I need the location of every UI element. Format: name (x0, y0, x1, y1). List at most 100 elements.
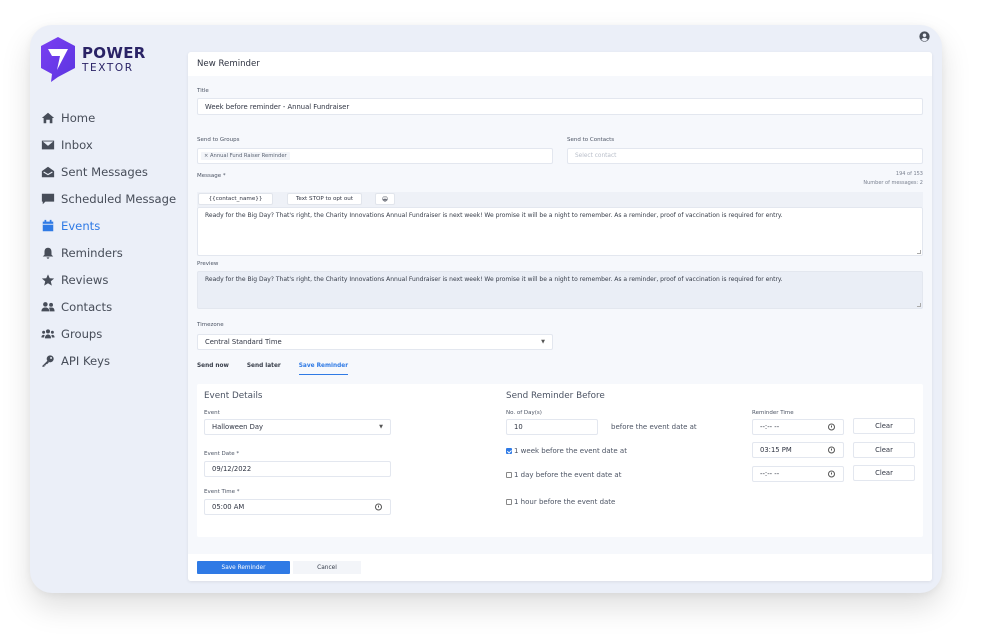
tab-send-now[interactable]: Send now (197, 363, 229, 375)
option-label: 1 day before the event date at (514, 471, 621, 479)
user-circle-icon[interactable] (919, 31, 930, 42)
title-input-value: Week before reminder - Annual Fundraiser (205, 103, 349, 111)
event-date-input[interactable]: 09/12/2022 (204, 461, 391, 477)
event-select[interactable]: Halloween Day ▼ (204, 419, 391, 435)
tab-save-reminder[interactable]: Save Reminder (299, 363, 348, 375)
send-to-contacts-select[interactable]: Select contact (567, 148, 923, 164)
title-input[interactable]: Week before reminder - Annual Fundraiser (197, 98, 923, 115)
option-label: 1 hour before the event date (514, 498, 615, 506)
sidebar-item-label: Scheduled Message (61, 192, 176, 206)
title-label: Title (197, 88, 209, 94)
sidebar-item-home[interactable]: Home (40, 104, 190, 131)
sidebar-item-label: Reminders (61, 246, 123, 260)
message-textarea[interactable]: Ready for the Big Day? That's right, the… (197, 207, 923, 256)
clock-icon[interactable] (828, 447, 835, 454)
cancel-button[interactable]: Cancel (293, 561, 361, 574)
send-to-groups-select[interactable]: × Annual Fund Raiser Reminder (197, 148, 553, 164)
logo-name-line2: TEXTOR (82, 63, 146, 74)
sidebar-item-label: Groups (61, 327, 102, 341)
calendar-icon (40, 219, 56, 233)
timezone-value: Central Standard Time (205, 338, 282, 346)
reminder-time-value: --:-- -- (760, 423, 779, 431)
sidebar-item-contacts[interactable]: Contacts (40, 293, 190, 320)
days-suffix: before the event date at (611, 423, 697, 431)
send-to-contacts-label: Send to Contacts (567, 137, 614, 143)
clear-button-3[interactable]: Clear (853, 465, 915, 481)
reminder-time-input-3[interactable]: --:-- -- (752, 466, 844, 482)
resize-handle[interactable] (917, 250, 921, 254)
num-messages: Number of messages: 2 (863, 180, 923, 186)
sidebar-item-groups[interactable]: Groups (40, 320, 190, 347)
days-suffix-text: before the event date at (611, 423, 697, 431)
timezone-select[interactable]: Central Standard Time ▼ (197, 334, 553, 350)
event-time-input[interactable]: 05:00 AM (204, 499, 391, 515)
logo[interactable]: POWER TEXTOR (40, 36, 146, 83)
event-details-title: Event Details (204, 391, 263, 401)
option-1-hour[interactable]: 1 hour before the event date (506, 498, 615, 506)
new-reminder-card: New Reminder Title Week before reminder … (188, 52, 932, 581)
reminder-time-label: Reminder Time (752, 410, 794, 416)
comment-icon (40, 192, 56, 206)
sidebar-item-reminders[interactable]: Reminders (40, 239, 190, 266)
clock-icon[interactable] (828, 471, 835, 478)
checkbox[interactable] (506, 472, 512, 478)
preview-text: Ready for the Big Day? That's right, the… (205, 276, 783, 283)
reminder-time-input-1[interactable]: --:-- -- (752, 419, 844, 435)
reminder-time-value: 03:15 PM (760, 446, 792, 454)
emoji-icon: 😀 (382, 196, 388, 203)
sidebar-item-label: Home (61, 111, 95, 125)
message-text: Ready for the Big Day? That's right, the… (205, 212, 783, 219)
event-date-value: 09/12/2022 (212, 465, 251, 473)
clock-icon[interactable] (828, 424, 835, 431)
insert-contact-name-button[interactable]: {{contact_name}} (198, 193, 273, 205)
save-reminder-button[interactable]: Save Reminder (197, 561, 290, 574)
days-value: 10 (514, 423, 523, 431)
sidebar-item-api-keys[interactable]: API Keys (40, 347, 190, 374)
sidebar-item-label: Sent Messages (61, 165, 148, 179)
bell-icon (40, 246, 56, 260)
clock-icon[interactable] (375, 504, 382, 511)
home-icon (40, 111, 56, 125)
app-window: POWER TEXTOR Home Inbox Sent Messages Sc… (30, 25, 942, 593)
sidebar-item-inbox[interactable]: Inbox (40, 131, 190, 158)
sidebar-nav: Home Inbox Sent Messages Scheduled Messa… (40, 104, 190, 374)
event-value: Halloween Day (212, 423, 263, 431)
days-label: No. of Day(s) (506, 410, 542, 416)
logo-name-line1: POWER (82, 46, 146, 61)
event-time-label: Event Time * (204, 489, 239, 495)
chevron-down-icon: ▼ (541, 339, 545, 345)
sidebar-item-label: Events (61, 219, 100, 233)
envelope-icon (40, 138, 56, 152)
sidebar-item-label: API Keys (61, 354, 110, 368)
days-input[interactable]: 10 (506, 419, 598, 435)
timezone-label: Timezone (197, 322, 224, 328)
envelope-open-icon (40, 165, 56, 179)
key-icon (40, 354, 56, 368)
clear-button-1[interactable]: Clear (853, 418, 915, 434)
sidebar-item-events[interactable]: Events (40, 212, 190, 239)
checkbox-checked[interactable] (506, 448, 512, 454)
resize-handle[interactable] (917, 303, 921, 307)
insert-stop-text-button[interactable]: Text STOP to opt out (287, 193, 362, 205)
group-tag[interactable]: × Annual Fund Raiser Reminder (201, 152, 290, 160)
send-to-groups-label: Send to Groups (197, 137, 239, 143)
preview-label: Preview (197, 261, 218, 267)
clear-button-2[interactable]: Clear (853, 442, 915, 458)
event-date-label: Event Date * (204, 451, 239, 457)
event-label: Event (204, 410, 220, 416)
reminder-panel: Event Details Event Halloween Day ▼ Even… (197, 384, 923, 537)
send-mode-tabs: Send now Send later Save Reminder (197, 363, 366, 375)
sidebar-item-scheduled-message[interactable]: Scheduled Message (40, 185, 190, 212)
reminder-time-value: --:-- -- (760, 470, 779, 478)
card-footer: Save Reminder Cancel (188, 554, 932, 581)
sidebar-item-label: Contacts (61, 300, 112, 314)
checkbox[interactable] (506, 499, 512, 505)
emoji-button[interactable]: 😀 (375, 193, 395, 205)
sidebar-item-sent-messages[interactable]: Sent Messages (40, 158, 190, 185)
tab-send-later[interactable]: Send later (247, 363, 281, 375)
option-1-week[interactable]: 1 week before the event date at (506, 447, 627, 455)
option-1-day[interactable]: 1 day before the event date at (506, 471, 621, 479)
star-icon (40, 273, 56, 287)
sidebar-item-reviews[interactable]: Reviews (40, 266, 190, 293)
reminder-time-input-2[interactable]: 03:15 PM (752, 442, 844, 458)
